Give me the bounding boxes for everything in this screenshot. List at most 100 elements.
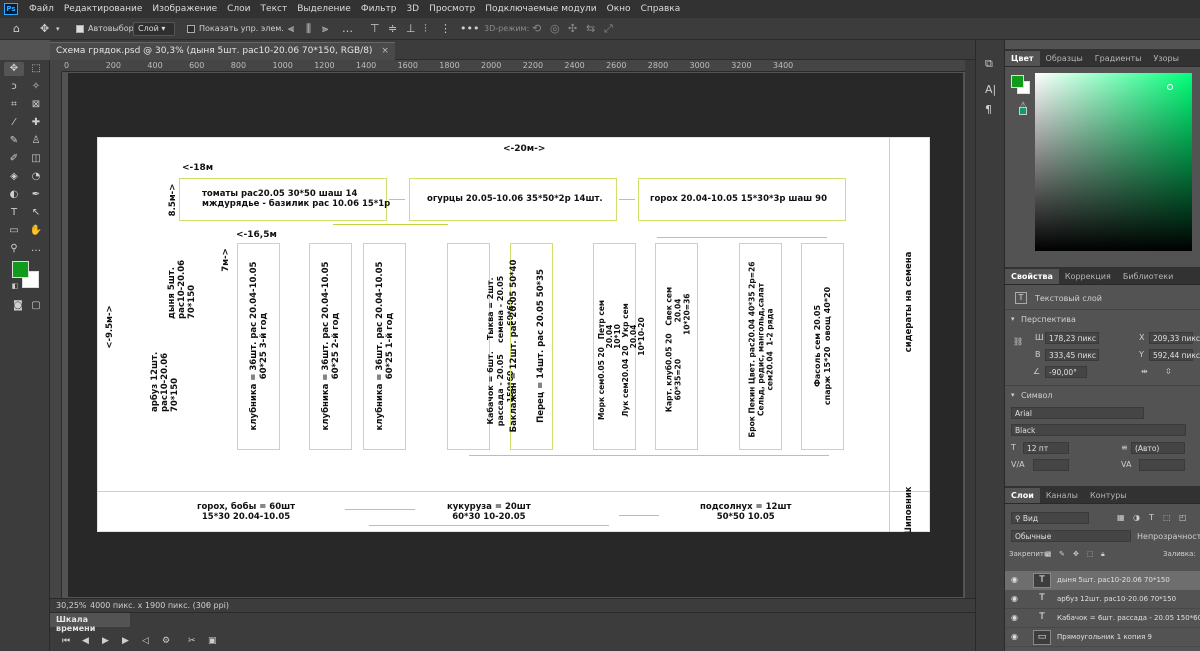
- transition-icon[interactable]: ▣: [208, 635, 217, 647]
- settings-icon[interactable]: ⚙: [162, 635, 170, 647]
- width-field[interactable]: 178,23 пикс: [1045, 332, 1099, 344]
- align-bottom-icon[interactable]: ⊥: [406, 23, 416, 35]
- home-icon[interactable]: ⌂: [13, 23, 20, 35]
- visibility-eye-icon[interactable]: ◉: [1011, 613, 1018, 622]
- crop-tool-icon[interactable]: ⌗: [7, 99, 21, 110]
- brush-tool-icon[interactable]: ✎: [7, 135, 21, 146]
- filter-pixel-icon[interactable]: ▦: [1117, 513, 1125, 522]
- menu-plugins[interactable]: Подключаемые модули: [480, 4, 601, 14]
- foreground-color-swatch[interactable]: [12, 261, 29, 278]
- autoselect-checkbox[interactable]: [76, 25, 84, 33]
- vertical-scrollbar[interactable]: [965, 60, 975, 598]
- tab-patterns[interactable]: Узоры: [1148, 51, 1185, 66]
- layer-row[interactable]: ◉ T арбуз 12шт. рас10-20.06 70*150: [1005, 590, 1200, 609]
- vertical-ruler[interactable]: [50, 72, 62, 598]
- visibility-eye-icon[interactable]: ◉: [1011, 575, 1018, 584]
- timeline-tab[interactable]: Шкала времени: [50, 613, 130, 633]
- tab-layers[interactable]: Слои: [1005, 488, 1040, 503]
- paint-bucket-icon[interactable]: ◈: [7, 171, 21, 182]
- filter-shape-icon[interactable]: ⬚: [1163, 513, 1171, 522]
- eyedropper-icon[interactable]: ⁄: [7, 117, 21, 128]
- menu-edit[interactable]: Редактирование: [59, 4, 148, 14]
- lock-pixels-icon[interactable]: ▦: [1045, 550, 1052, 558]
- autoselect-dropdown[interactable]: Слой ▾: [133, 22, 175, 36]
- hand-tool-icon[interactable]: ✋: [29, 225, 43, 236]
- visibility-eye-icon[interactable]: ◉: [1011, 594, 1018, 603]
- stamp-tool-icon[interactable]: ♙: [29, 135, 43, 146]
- lock-move-icon[interactable]: ✥: [1073, 550, 1079, 558]
- height-field[interactable]: 333,45 пикс: [1045, 349, 1099, 361]
- tracking-field[interactable]: [1139, 459, 1185, 471]
- kerning-field[interactable]: [1033, 459, 1069, 471]
- move-tool-icon[interactable]: ✥: [40, 23, 49, 35]
- chevron-down-icon[interactable]: ▾: [1011, 315, 1015, 323]
- prev-frame-icon[interactable]: ◀: [82, 635, 89, 647]
- close-tab-icon[interactable]: ×: [381, 46, 389, 56]
- character-icon[interactable]: A|: [985, 84, 996, 96]
- first-frame-icon[interactable]: ⏮: [62, 635, 70, 647]
- layer-row[interactable]: ◉ T дыня 5шт. рас10-20.06 70*150: [1005, 571, 1200, 590]
- font-size-field[interactable]: 12 пт: [1023, 442, 1069, 454]
- align-top-icon[interactable]: ⊤: [370, 23, 380, 35]
- menu-help[interactable]: Справка: [636, 4, 686, 14]
- distribute-icon[interactable]: ⫶: [424, 23, 427, 35]
- x-field[interactable]: 209,33 пикс: [1149, 332, 1200, 344]
- zoom-level[interactable]: 30,25%: [56, 601, 87, 610]
- font-style-select[interactable]: Black: [1011, 424, 1186, 436]
- magic-wand-icon[interactable]: ✧: [29, 81, 43, 92]
- filter-adjust-icon[interactable]: ◑: [1133, 513, 1140, 522]
- screen-mode-icon[interactable]: ▢: [29, 300, 43, 311]
- type-tool-icon[interactable]: T: [7, 207, 21, 218]
- quick-mask-icon[interactable]: ◙: [11, 300, 25, 311]
- more-tools-icon[interactable]: …: [29, 243, 43, 254]
- menu-image[interactable]: Изображение: [147, 4, 222, 14]
- menu-3d[interactable]: 3D: [401, 4, 424, 14]
- flip-h-icon[interactable]: ⇹: [1141, 367, 1148, 376]
- lock-artboard-icon[interactable]: ⬚: [1087, 550, 1094, 558]
- pen-tool-icon[interactable]: ✒: [29, 189, 43, 200]
- color-picker-field[interactable]: [1035, 73, 1192, 251]
- healing-brush-icon[interactable]: ✚: [29, 117, 43, 128]
- play-icon[interactable]: ▶: [102, 635, 109, 647]
- 3d-pan-icon[interactable]: ✣: [568, 23, 577, 35]
- paragraph-icon[interactable]: ¶: [985, 104, 992, 116]
- zoom-tool-icon[interactable]: ⚲: [7, 243, 21, 254]
- more-icon[interactable]: …: [342, 23, 353, 35]
- distribute-h-icon[interactable]: ⋮: [440, 23, 451, 35]
- angle-field[interactable]: -90,00°: [1045, 366, 1087, 378]
- 3d-orbit-icon[interactable]: ⟲: [532, 23, 541, 35]
- menu-view[interactable]: Просмотр: [424, 4, 480, 14]
- default-colors-icon[interactable]: ◧: [8, 282, 22, 290]
- flip-v-icon[interactable]: ⇳: [1165, 367, 1172, 376]
- history-brush-icon[interactable]: ✐: [7, 153, 21, 164]
- 3d-slide-icon[interactable]: ⇆: [586, 23, 595, 35]
- tab-gradients[interactable]: Градиенты: [1089, 51, 1148, 66]
- layer-filter-select[interactable]: ⚲ Вид: [1011, 512, 1089, 524]
- document-canvas[interactable]: <-20м-> <-18м 8.5м-> томаты рас20.05 30*…: [97, 137, 930, 532]
- history-icon[interactable]: ⧉: [985, 58, 993, 70]
- eraser-icon[interactable]: ◫: [29, 153, 43, 164]
- frame-tool-icon[interactable]: ⊠: [29, 99, 43, 110]
- ruler-corner[interactable]: [50, 60, 62, 72]
- chevron-down-icon[interactable]: ▾: [1011, 391, 1015, 399]
- squash-pumpkin-bed[interactable]: [447, 243, 490, 450]
- horizontal-ruler[interactable]: 0 200 400 600 800 1000 1200 1400 1600 1800 2000 220…: [62, 60, 1005, 72]
- show-controls-checkbox[interactable]: [187, 25, 195, 33]
- layer-row[interactable]: ◉ T Кабачок = 6шт. рассада - 20.05 150*6…: [1005, 609, 1200, 628]
- tab-adjustments[interactable]: Коррекция: [1059, 269, 1117, 284]
- dodge-tool-icon[interactable]: ◐: [7, 189, 21, 200]
- y-field[interactable]: 592,44 пикс: [1149, 349, 1200, 361]
- menu-file[interactable]: Файл: [24, 4, 59, 14]
- next-frame-icon[interactable]: ▶: [122, 635, 129, 647]
- menu-type[interactable]: Текст: [256, 4, 293, 14]
- marquee-tool-icon[interactable]: ⬚: [29, 63, 43, 74]
- chevron-down-icon[interactable]: ▾: [56, 23, 60, 35]
- align-center-icon[interactable]: ⫼: [306, 23, 311, 35]
- chevron-right-icon[interactable]: ›: [206, 600, 209, 609]
- lock-all-icon[interactable]: 🔒︎: [1101, 550, 1105, 559]
- document-tab[interactable]: Схема грядок.psd @ 30,3% (дыня 5шт. рас1…: [50, 42, 395, 60]
- align-middle-icon[interactable]: ≑: [388, 23, 397, 35]
- 3d-roll-icon[interactable]: ◎: [550, 23, 560, 35]
- tab-channels[interactable]: Каналы: [1040, 488, 1084, 503]
- tab-color[interactable]: Цвет: [1005, 51, 1040, 66]
